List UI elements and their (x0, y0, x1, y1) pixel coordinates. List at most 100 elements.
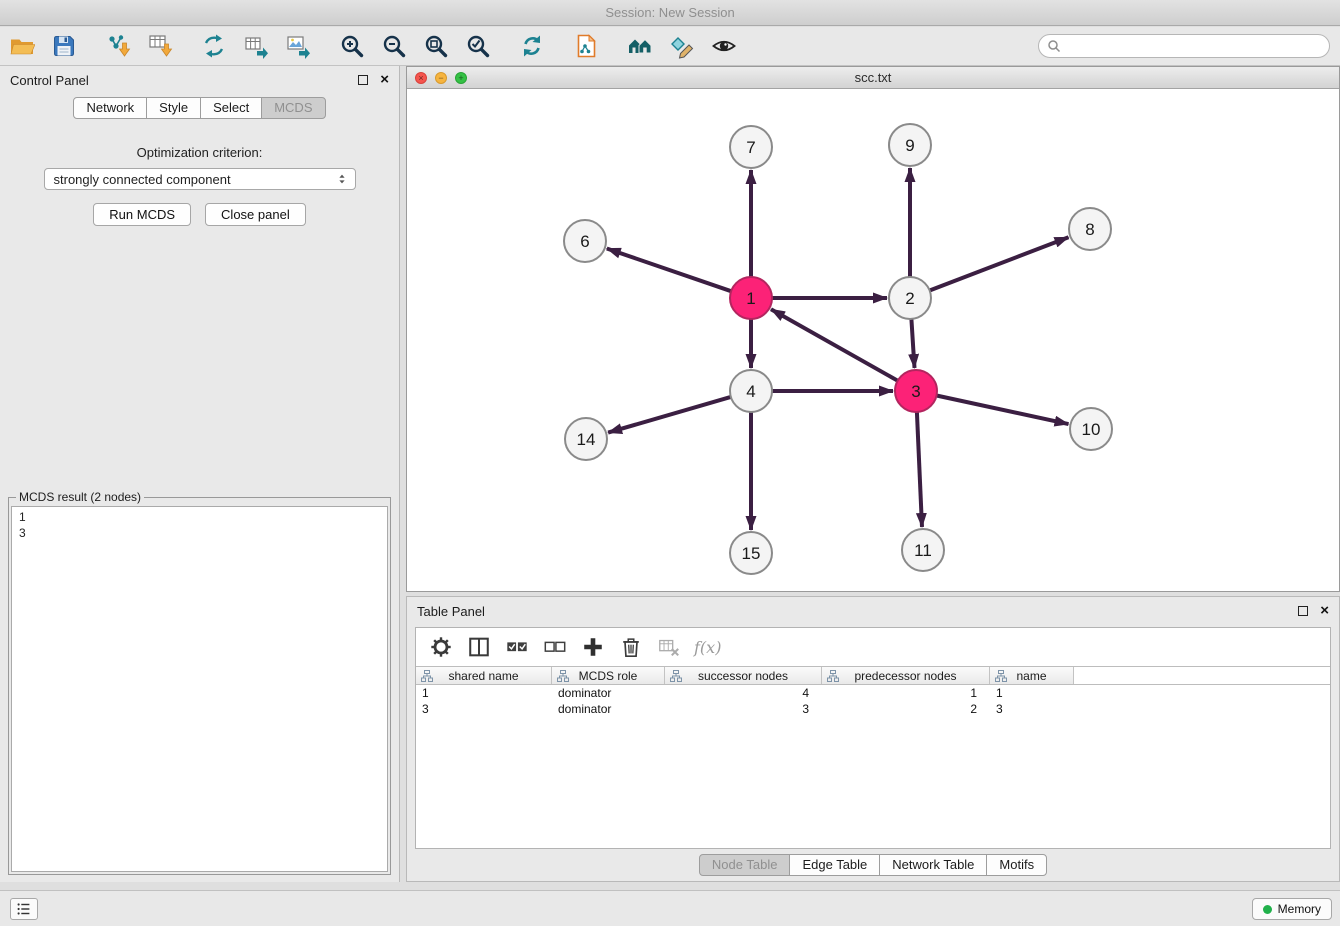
plus-button[interactable] (580, 634, 606, 660)
table-cell[interactable]: 3 (665, 701, 822, 717)
table-panel: Table Panel × f(x) shared nameMCDS roles… (406, 596, 1340, 882)
trash-button[interactable] (618, 634, 644, 660)
tab-network[interactable]: Network (73, 97, 147, 119)
trash-icon (619, 635, 643, 659)
edge-1-6[interactable] (607, 249, 731, 292)
tab-node-table[interactable]: Node Table (699, 854, 791, 876)
tab-select[interactable]: Select (200, 97, 262, 119)
column-header-name[interactable]: name (990, 667, 1074, 684)
split-columns-icon (467, 635, 491, 659)
table-cell[interactable]: 2 (822, 701, 990, 717)
document-network-icon (573, 33, 599, 59)
close-table-panel-icon[interactable]: × (1320, 606, 1329, 616)
checked-boxes-icon (505, 635, 529, 659)
edge-3-10[interactable] (937, 396, 1069, 425)
import-table-icon (147, 33, 173, 59)
graph-node-6[interactable]: 6 (564, 220, 606, 262)
table-row: 3dominator323 (416, 701, 1330, 717)
style-pencil-icon (669, 33, 695, 59)
run-mcds-button[interactable]: Run MCDS (93, 203, 191, 226)
close-panel-icon[interactable]: × (380, 75, 389, 85)
export-table-button[interactable] (242, 32, 270, 60)
network-window-titlebar[interactable]: ×−+ scc.txt (407, 67, 1339, 89)
task-list-button[interactable] (10, 898, 38, 920)
graph-node-9[interactable]: 9 (889, 124, 931, 166)
zoom-window-icon[interactable]: + (455, 72, 467, 84)
table-cell[interactable]: 1 (416, 685, 552, 701)
refresh-button[interactable] (518, 32, 546, 60)
zoom-in-button[interactable] (338, 32, 366, 60)
toolbar-group (518, 32, 546, 60)
column-header-predecessor-nodes[interactable]: predecessor nodes (822, 667, 990, 684)
export-image-button[interactable] (284, 32, 312, 60)
table-cell[interactable]: 4 (665, 685, 822, 701)
graph-node-3[interactable]: 3 (895, 370, 937, 412)
save-button[interactable] (50, 32, 78, 60)
graph-node-11[interactable]: 11 (902, 529, 944, 571)
edge-4-14[interactable] (608, 397, 731, 433)
minimize-window-icon[interactable]: − (435, 72, 447, 84)
tab-style[interactable]: Style (146, 97, 201, 119)
graph-node-2[interactable]: 2 (889, 277, 931, 319)
checked-boxes-button[interactable] (504, 634, 530, 660)
table-cell[interactable]: dominator (552, 701, 665, 717)
new-network-icon (201, 33, 227, 59)
import-network-button[interactable] (104, 32, 132, 60)
graph-node-4[interactable]: 4 (730, 370, 772, 412)
edge-2-3[interactable] (911, 319, 914, 368)
graph-node-1[interactable]: 1 (730, 277, 772, 319)
list-icon (15, 900, 33, 918)
table-cell[interactable]: 3 (416, 701, 552, 717)
tab-motifs[interactable]: Motifs (986, 854, 1047, 876)
new-network-button[interactable] (200, 32, 228, 60)
split-columns-button[interactable] (466, 634, 492, 660)
float-panel-icon[interactable] (358, 75, 368, 85)
network-canvas[interactable]: 7 9 6 8 1 2 4 3 14 10 15 11 (407, 89, 1339, 591)
graph-node-14[interactable]: 14 (565, 418, 607, 460)
mcds-result-text[interactable]: 1 3 (11, 506, 388, 872)
import-table-button[interactable] (146, 32, 174, 60)
column-tree-icon (995, 670, 1007, 682)
tab-mcds[interactable]: MCDS (261, 97, 325, 119)
unchecked-boxes-button[interactable] (542, 634, 568, 660)
column-tree-icon (557, 670, 569, 682)
graph-node-label: 3 (911, 382, 920, 401)
document-network-button[interactable] (572, 32, 600, 60)
edge-3-11[interactable] (917, 412, 922, 527)
graph-node-7[interactable]: 7 (730, 126, 772, 168)
graph-node-8[interactable]: 8 (1069, 208, 1111, 250)
tab-edge-table[interactable]: Edge Table (789, 854, 880, 876)
gear-button[interactable] (428, 634, 454, 660)
fx-button: f(x) (694, 634, 721, 660)
column-header-mcds-role[interactable]: MCDS role (552, 667, 665, 684)
search-box (1038, 34, 1330, 58)
table-cell[interactable]: 1 (822, 685, 990, 701)
select-chevrons-icon (335, 172, 349, 186)
table-cell[interactable]: 3 (990, 701, 1074, 717)
column-tree-icon (421, 670, 433, 682)
zoom-fit-button[interactable] (422, 32, 450, 60)
zoom-selected-button[interactable] (464, 32, 492, 60)
graph-node-10[interactable]: 10 (1070, 408, 1112, 450)
search-input[interactable] (1066, 39, 1321, 54)
optimization-criterion-select[interactable]: strongly connected component (44, 168, 356, 190)
memory-button[interactable]: Memory (1252, 898, 1332, 920)
eye-button[interactable] (710, 32, 738, 60)
eye-icon (711, 33, 737, 59)
column-header-shared-name[interactable]: shared name (416, 667, 552, 684)
edge-2-8[interactable] (930, 237, 1069, 290)
column-header-successor-nodes[interactable]: successor nodes (665, 667, 822, 684)
zoom-out-button[interactable] (380, 32, 408, 60)
edge-3-1[interactable] (771, 309, 898, 380)
double-home-button[interactable] (626, 32, 654, 60)
table-cell[interactable]: 1 (990, 685, 1074, 701)
control-panel-title: Control Panel (10, 73, 89, 88)
table-cell[interactable]: dominator (552, 685, 665, 701)
float-table-panel-icon[interactable] (1298, 606, 1308, 616)
close-panel-button[interactable]: Close panel (205, 203, 306, 226)
style-pencil-button[interactable] (668, 32, 696, 60)
close-window-icon[interactable]: × (415, 72, 427, 84)
graph-node-15[interactable]: 15 (730, 532, 772, 574)
open-folder-button[interactable] (8, 32, 36, 60)
tab-network-table[interactable]: Network Table (879, 854, 987, 876)
